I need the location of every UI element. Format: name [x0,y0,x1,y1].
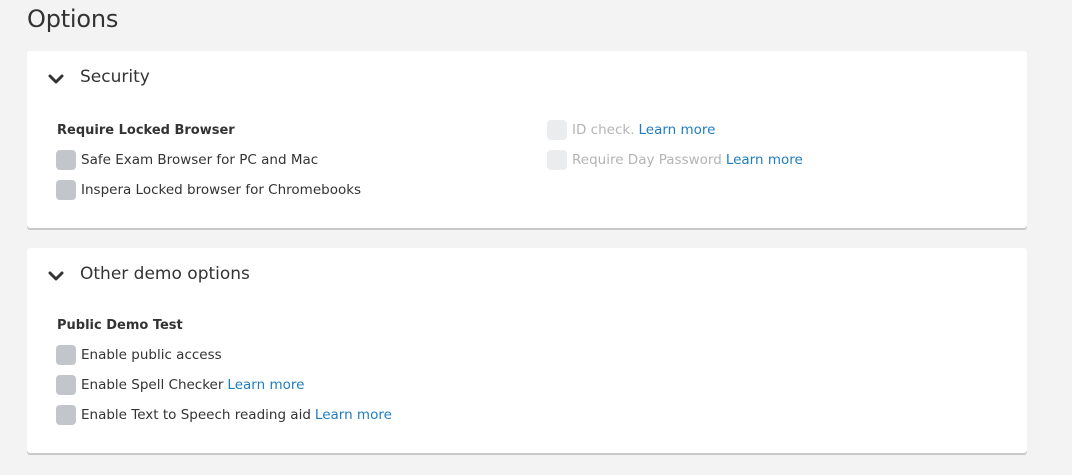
inspera-locked-browser-label: Inspera Locked browser for Chromebooks [81,182,362,198]
chevron-down-icon[interactable] [48,71,64,87]
enable-public-access-checkbox[interactable] [56,345,76,365]
demo-options-panel-title: Other demo options [80,264,250,284]
demo-options-panel-header[interactable]: Other demo options [27,248,1027,304]
safe-exam-browser-option[interactable]: Safe Exam Browser for PC and Mac [56,150,318,170]
enable-text-to-speech-checkbox[interactable] [56,405,76,425]
safe-exam-browser-label: Safe Exam Browser for PC and Mac [81,152,319,168]
enable-public-access-label: Enable public access [81,347,222,363]
spell-checker-learn-more-link[interactable]: Learn more [227,377,304,393]
enable-public-access-option[interactable]: Enable public access [56,345,222,365]
enable-spell-checker-label: Enable Spell Checker [81,377,224,393]
require-day-password-checkbox [547,150,567,170]
enable-text-to-speech-label: Enable Text to Speech reading aid [81,407,311,423]
enable-spell-checker-checkbox[interactable] [56,375,76,395]
id-check-checkbox [547,120,567,140]
text-to-speech-learn-more-link[interactable]: Learn more [315,407,392,423]
demo-options-panel: Other demo options Public Demo Test Enab… [27,248,1027,453]
page-title: Options [27,5,119,33]
id-check-option: ID check. Learn more [547,120,715,140]
id-check-learn-more-link[interactable]: Learn more [638,122,715,138]
public-demo-test-label: Public Demo Test [57,318,183,333]
security-panel: Security Require Locked Browser Safe Exa… [27,51,1027,228]
require-day-password-learn-more-link[interactable]: Learn more [726,152,803,168]
require-day-password-label: Require Day Password [572,152,722,168]
require-day-password-option: Require Day Password Learn more [547,150,803,170]
safe-exam-browser-checkbox[interactable] [56,150,76,170]
id-check-label: ID check. [572,122,635,138]
require-locked-browser-label: Require Locked Browser [57,123,235,138]
chevron-down-icon[interactable] [48,268,64,284]
security-panel-header[interactable]: Security [27,51,1027,107]
inspera-locked-browser-option[interactable]: Inspera Locked browser for Chromebooks [56,180,361,200]
inspera-locked-browser-checkbox[interactable] [56,180,76,200]
security-panel-title: Security [80,67,150,87]
enable-spell-checker-option[interactable]: Enable Spell Checker Learn more [56,375,304,395]
enable-text-to-speech-option[interactable]: Enable Text to Speech reading aid Learn … [56,405,392,425]
